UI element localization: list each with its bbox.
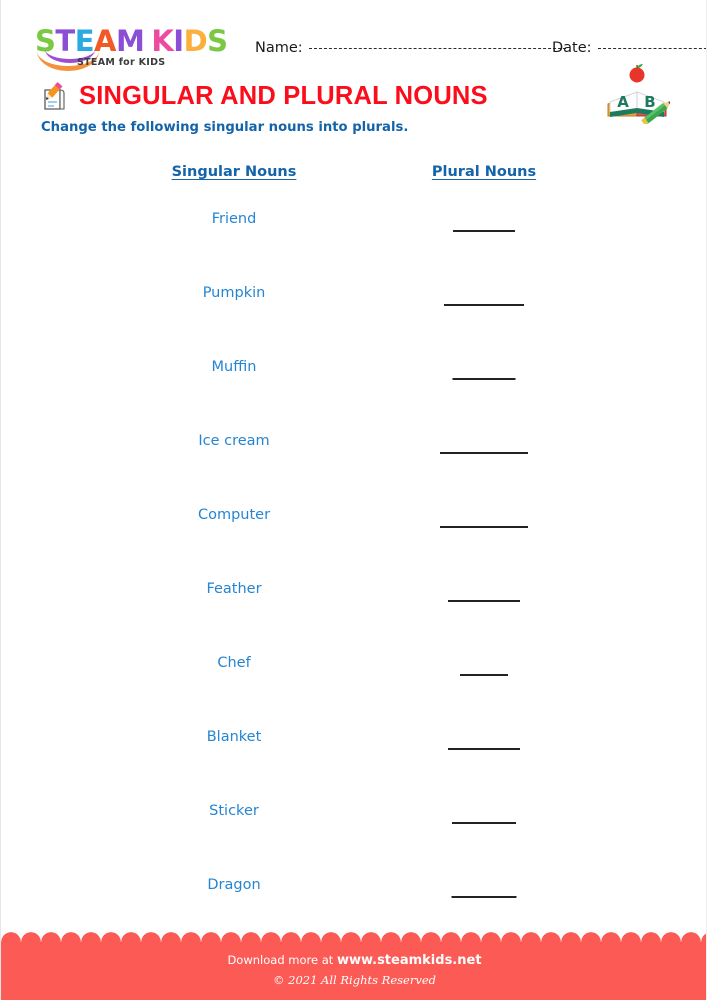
worksheet-page: STEAM KIDS STEAM for KIDS Name: Date: SI…	[0, 0, 707, 1000]
logo-letter-6: K	[151, 24, 174, 58]
page-footer: Download more at www.steamkids.net © 202…	[1, 932, 706, 1000]
page-title: SINGULAR AND PLURAL NOUNS	[79, 82, 488, 110]
singular-noun-6: Feather	[206, 581, 262, 597]
date-field[interactable]: Date:	[552, 40, 706, 56]
footer-website-link[interactable]: www.steamkids.net	[337, 953, 482, 968]
footer-download-label: Download more at	[227, 953, 337, 967]
plural-answer-blank-3[interactable]	[452, 378, 516, 380]
logo-letter-9: S	[207, 24, 228, 58]
singular-noun-9: Sticker	[209, 803, 259, 819]
plural-answer-blank-7[interactable]	[460, 674, 508, 676]
noun-row: Chef	[1, 655, 706, 681]
noun-row: Pumpkin	[1, 285, 706, 311]
page-header: STEAM KIDS STEAM for KIDS Name: Date:	[1, 0, 706, 71]
noun-row: Friend	[1, 211, 706, 237]
abc-book-icon: A B	[604, 64, 671, 126]
footer-download-line: Download more at www.steamkids.net	[1, 953, 706, 968]
logo-letter-7: I	[173, 24, 184, 58]
plural-answer-blank-1[interactable]	[453, 230, 515, 232]
noun-row: Muffin	[1, 359, 706, 385]
name-label: Name:	[255, 40, 303, 56]
plural-answer-blank-8[interactable]	[448, 748, 520, 750]
noun-row: Ice cream	[1, 433, 706, 459]
noun-row: Blanket	[1, 729, 706, 755]
plural-answer-blank-6[interactable]	[448, 600, 520, 602]
column-header-plural: Plural Nouns	[431, 164, 537, 180]
logo-tagline: STEAM for KIDS	[77, 57, 166, 68]
plural-answer-blank-2[interactable]	[444, 304, 524, 306]
plural-answer-blank-5[interactable]	[440, 526, 528, 528]
logo-letter-5: M	[115, 24, 145, 58]
singular-noun-10: Dragon	[207, 877, 261, 893]
name-input-line[interactable]	[308, 48, 566, 49]
singular-noun-2: Pumpkin	[202, 285, 266, 301]
singular-noun-1: Friend	[211, 211, 257, 227]
plural-answer-blank-9[interactable]	[452, 822, 516, 824]
singular-noun-7: Chef	[217, 655, 251, 671]
title-row: SINGULAR AND PLURAL NOUNS A B	[1, 64, 706, 126]
book-letter-a: A	[617, 93, 629, 111]
footer-copyright: © 2021 All Rights Reserved	[272, 973, 436, 987]
book-letter-b: B	[644, 93, 655, 111]
date-input-line[interactable]	[597, 48, 706, 49]
singular-noun-3: Muffin	[211, 359, 257, 375]
logo-letter-8: D	[183, 24, 208, 58]
noun-row: Feather	[1, 581, 706, 607]
date-label: Date:	[552, 40, 592, 56]
instruction-text: Change the following singular nouns into…	[41, 120, 409, 135]
name-field[interactable]: Name:	[255, 40, 566, 56]
plural-answer-blank-10[interactable]	[451, 896, 517, 898]
singular-noun-5: Computer	[197, 507, 271, 523]
singular-noun-8: Blanket	[206, 729, 262, 745]
noun-row: Sticker	[1, 803, 706, 829]
singular-noun-4: Ice cream	[198, 433, 270, 449]
plural-answer-blank-4[interactable]	[440, 452, 528, 454]
noun-row: Dragon	[1, 877, 706, 903]
steam-kids-logo: STEAM KIDS STEAM for KIDS	[35, 24, 230, 71]
notepad-pencil-icon	[38, 82, 72, 116]
column-header-singular: Singular Nouns	[171, 164, 297, 180]
noun-row: Computer	[1, 507, 706, 533]
footer-scallop-edge	[1, 932, 706, 944]
